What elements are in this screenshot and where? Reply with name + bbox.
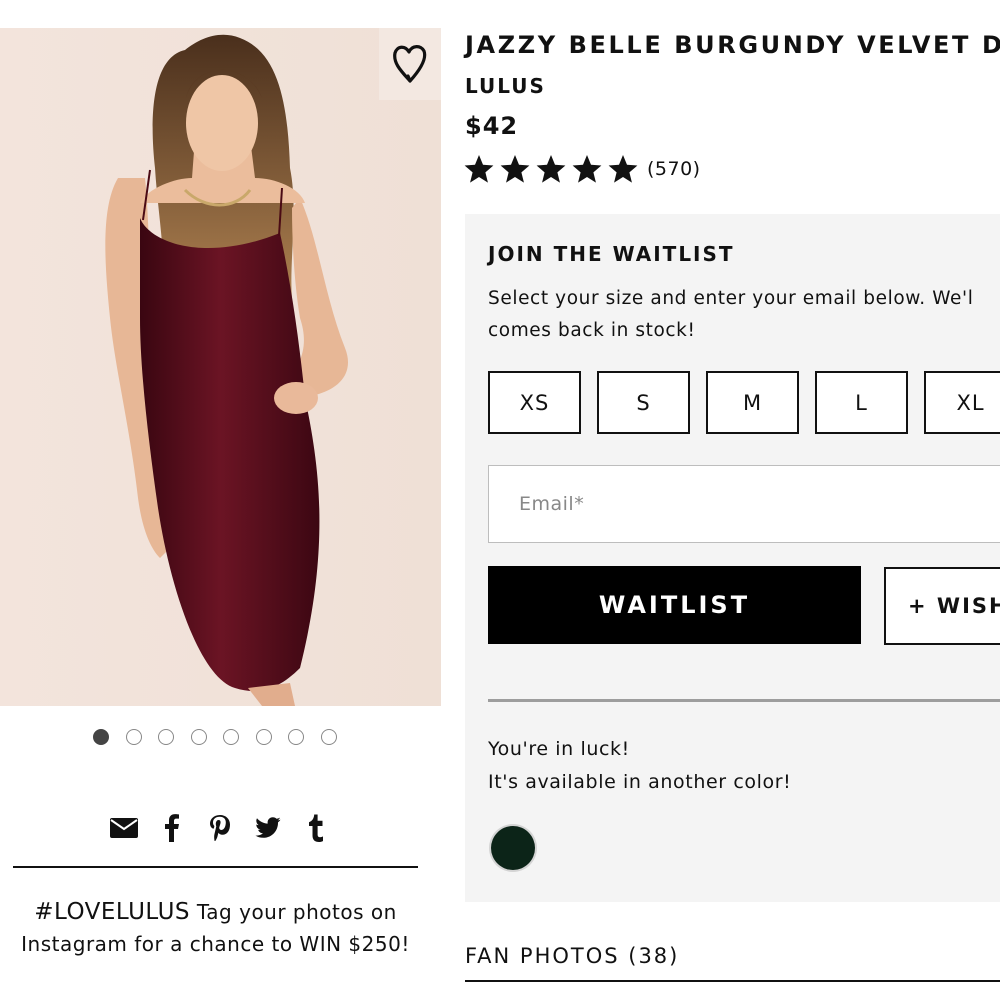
waitlist-heading: JOIN THE WAITLIST xyxy=(488,242,735,266)
size-selector: XS S M L XL xyxy=(488,371,1000,434)
gallery-pagination xyxy=(93,729,337,745)
size-option-xl[interactable]: XL xyxy=(924,371,1000,434)
product-photo-image xyxy=(0,28,441,706)
gallery-dot[interactable] xyxy=(125,729,142,745)
product-rating[interactable]: (570) xyxy=(463,153,701,185)
tumblr-icon[interactable] xyxy=(300,812,332,844)
waitlist-description: Select your size and enter your email be… xyxy=(488,288,974,341)
star-icon xyxy=(572,155,602,183)
alt-color-message: You're in luck! It's available in anothe… xyxy=(488,733,791,799)
promo-text: #LOVELULUS Tag your photos on Instagram … xyxy=(13,896,418,960)
size-option-l[interactable]: L xyxy=(815,371,908,434)
gallery-dot[interactable] xyxy=(320,729,337,745)
gallery-dot[interactable] xyxy=(223,729,239,745)
star-icon xyxy=(464,155,494,183)
size-option-m[interactable]: M xyxy=(706,371,799,434)
alt-color-line-1: You're in luck! xyxy=(488,738,630,760)
promo-line-2: Instagram for a chance to WIN $250! xyxy=(21,932,410,956)
facebook-icon[interactable] xyxy=(156,812,188,844)
star-icon xyxy=(608,155,638,183)
gallery-dot[interactable] xyxy=(288,729,304,745)
gallery-dot[interactable] xyxy=(158,729,174,745)
promo-line-1: Tag your photos on xyxy=(190,900,397,924)
alt-color-line-2: It's available in another color! xyxy=(488,771,792,793)
star-icon xyxy=(500,155,530,183)
share-divider xyxy=(13,866,418,868)
panel-divider xyxy=(488,699,1000,702)
color-swatch-green[interactable] xyxy=(491,826,535,870)
product-brand[interactable]: LULUS xyxy=(465,74,546,98)
product-price: $42 xyxy=(465,112,519,140)
size-option-xs[interactable]: XS xyxy=(488,371,581,434)
email-icon[interactable] xyxy=(108,812,140,844)
waitlist-button[interactable]: WAITLIST xyxy=(488,566,861,644)
rating-stars xyxy=(463,153,639,185)
star-icon xyxy=(536,155,566,183)
twitter-icon[interactable] xyxy=(252,812,284,844)
gallery-dot[interactable] xyxy=(93,729,109,745)
pinterest-icon[interactable] xyxy=(204,812,236,844)
fan-photos-divider xyxy=(465,980,1000,982)
share-bar xyxy=(108,812,332,844)
favorite-button[interactable] xyxy=(379,28,441,100)
size-option-s[interactable]: S xyxy=(597,371,690,434)
email-input[interactable] xyxy=(488,465,1000,543)
product-photo[interactable] xyxy=(0,28,441,706)
product-title: JAZZY BELLE BURGUNDY VELVET D xyxy=(465,31,1000,59)
gallery-dot[interactable] xyxy=(190,729,207,745)
wishlist-button[interactable]: + WISHL xyxy=(884,567,1000,645)
gallery-dot[interactable] xyxy=(255,729,272,745)
fan-photos-heading[interactable]: FAN PHOTOS (38) xyxy=(465,944,679,968)
rating-count: (570) xyxy=(647,158,701,180)
heart-icon xyxy=(393,45,427,83)
promo-hashtag[interactable]: #LOVELULUS xyxy=(34,899,190,925)
